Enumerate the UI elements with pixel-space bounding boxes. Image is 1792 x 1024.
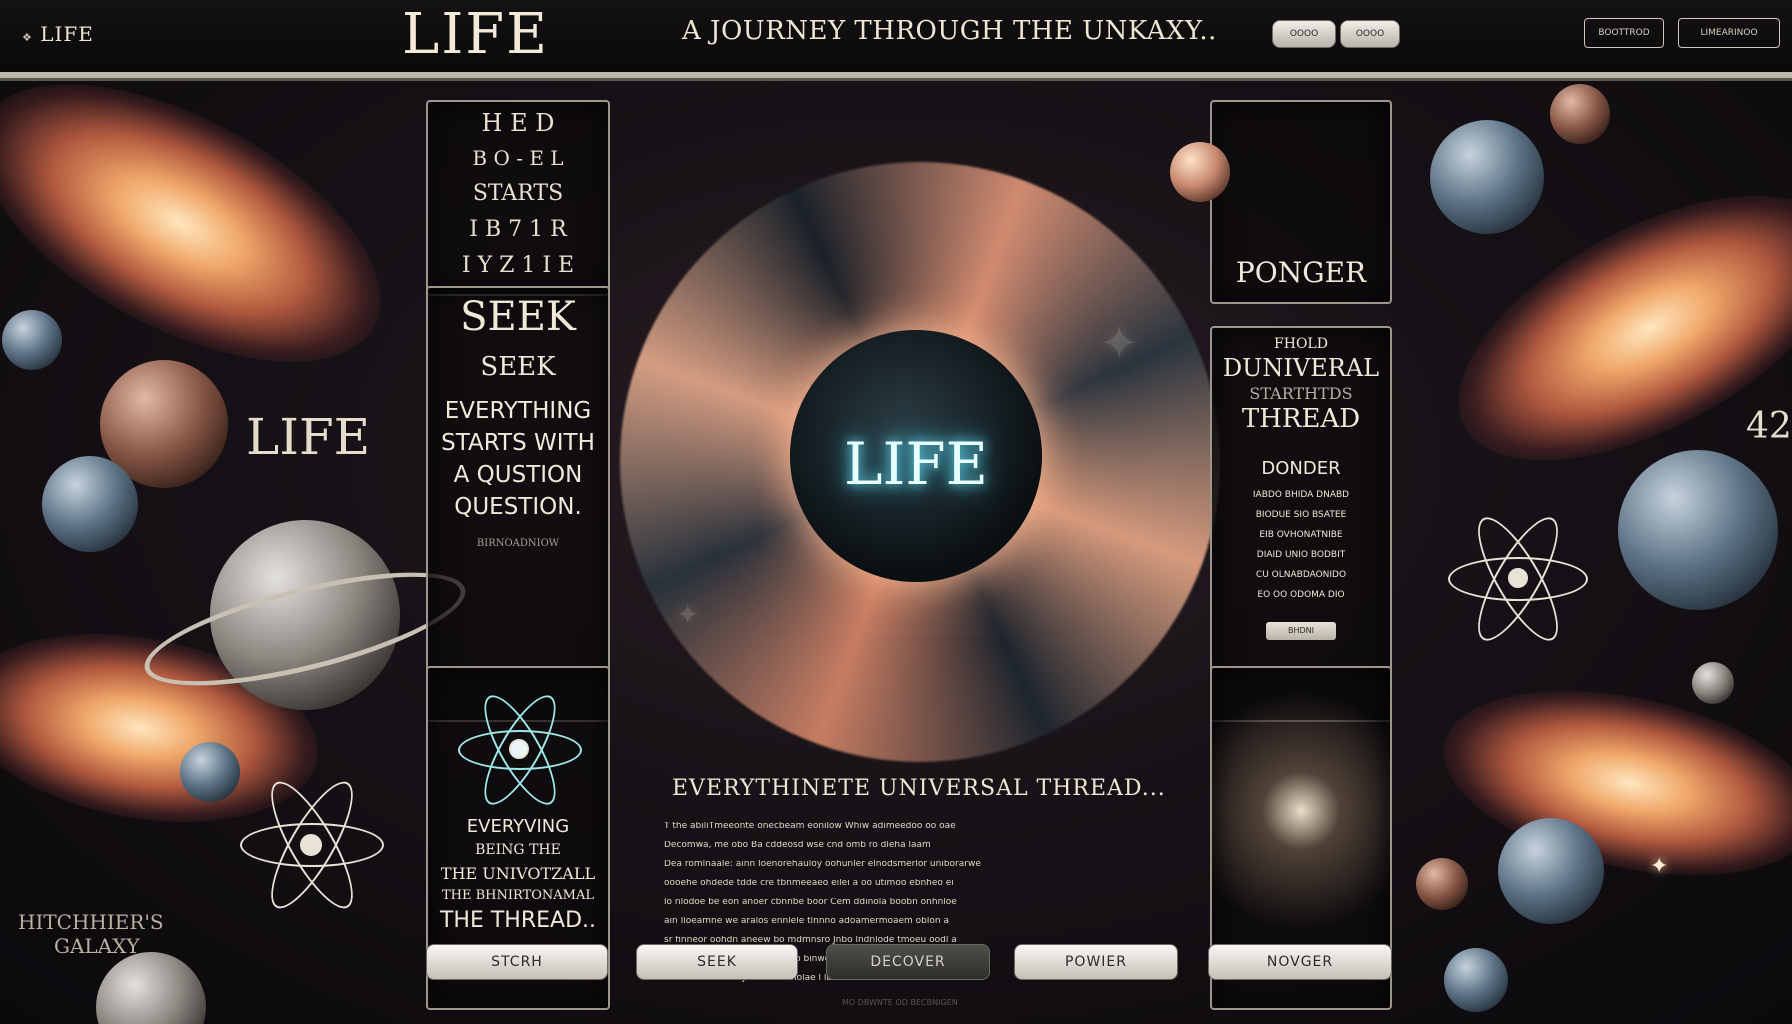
nav-button-powier[interactable]: POWIER [1014,944,1178,980]
thread-subtitle: STARTHTDS [1249,384,1353,403]
planet-small-top-right [1550,84,1610,144]
atom-icon-panel [458,686,582,814]
thread-body-4: DIAID UNIO BODBIT [1256,550,1346,560]
ponger-label: PONGER [1235,256,1367,289]
seek-panel-title: SEEK [460,294,576,340]
brand-logo[interactable]: ❖ LIFE [22,22,94,46]
nav-button-stcrh[interactable]: STCRH [426,944,608,980]
glyph-row-5: I Y Z 1 I E [461,253,575,278]
footer-note: MO DBWNTE OD BECBNIGEN [842,998,958,1007]
seek-text-line-4: QUESTION. [454,494,582,520]
glyph-row-4: I B 7 1 R [469,217,567,242]
galaxy-top-left [0,78,424,419]
ornament-panel-top-right: PONGER [1170,100,1392,304]
planet-small-bottom-right [1416,858,1468,910]
planet-top-right [1430,120,1544,234]
planet-bottom-left [180,742,240,802]
top-bar: ❖ LIFE LIFE A JOURNEY THROUGH THE UNKAXY… [0,0,1792,78]
left-life-label: LIFE [246,408,371,466]
thread-body-2: BIODUE SIO BSATEE [1255,510,1347,520]
thread-kicker: FHOLD [1274,336,1328,352]
seek-text-line-3: A QUSTION [453,462,583,488]
universal-line-3: THE UNIVOTZALL [440,864,596,883]
atom-icon-right [1448,507,1588,651]
cosmic-stage: LIFE HITCHHIER'S GALAXY 42 ✦ ✦ ✦ LIFE H … [0,78,1792,1024]
atom-icon-left [240,771,384,919]
planet-bottom-right [1498,818,1604,924]
header-tagline: A JOURNEY THROUGH THE UNKAXY.. [682,16,1217,46]
glyph-panel-top-left: H E D B O - E L STARTS I B 7 1 R I Y Z 1… [426,100,610,296]
header-pill-1[interactable]: OOOO [1272,20,1336,48]
nav-button-decover[interactable]: DECOVER [826,944,990,980]
brand-name: LIFE [40,22,94,46]
planet-small-left [2,310,62,370]
glyph-row-3: STARTS [472,181,564,206]
brand-mark-icon: ❖ [22,31,33,44]
universal-line-1: EVERYVING [466,816,570,837]
paragraph-line-6: ain Iloeamne we aralos ennlele tlnnno ad… [664,917,949,926]
seek-panel[interactable]: SEEK SEEK EVERYTHING STARTS WITH A QUSTI… [426,286,610,722]
galaxy-bottom-right [1426,660,1792,906]
header-button-1[interactable]: BOOTTROD [1584,18,1664,48]
core-life-title: LIFE [843,430,988,498]
seek-text-line-1: EVERYTHING [444,398,592,424]
thread-sub: DONDER [1261,458,1341,479]
seek-panel-footer: BIRNOADNIOW [476,538,560,549]
thread-title: DUNIVERAL [1222,354,1380,382]
thread-body-1: IABDO BHIDA DNABD [1252,490,1350,500]
header-title: LIFE [402,2,550,67]
orb-decoration [1170,142,1230,202]
universal-thread-panel[interactable]: FHOLD DUNIVERAL STARTHTDS THREAD DONDER … [1210,326,1392,722]
paragraph-line-1: T the abiliTmeeonte onecbeam eonilow Whi… [664,822,956,831]
thread-body-6: EO OO ODOMA DIO [1257,590,1345,600]
planet-large-right [1618,450,1778,610]
universal-line-2: BEING THE [475,842,561,858]
nav-button-novger[interactable]: NOVGER [1208,944,1392,980]
thread-line-3: THREAD [1241,404,1361,434]
paragraph-line-2: Decomwa, me obo Ba cddeosd wse cnd omb r… [664,841,931,850]
thread-body-5: CU OLNABDAONIDO [1255,570,1347,580]
seek-panel-subtitle: SEEK [480,352,556,382]
thread-body-3: EIB OVHONATNIBE [1259,530,1343,540]
sparkle-icon-3: ✦ [1650,854,1669,879]
header-button-2[interactable]: LIMEARINOO [1678,18,1780,48]
planet-corner-bottom-left [96,952,206,1024]
paragraph-line-5: lo nlodoe be eon anoer cbnnbe boor Cem d… [664,898,957,907]
right-number-42: 42 [1746,406,1792,447]
seek-text-line-2: STARTS WITH [441,430,595,456]
universal-line-5: THE THREAD.. [439,908,597,933]
paragraph-line-4: oooehe ohdede tdde cre tbnmeeaeo eilei a… [664,879,954,888]
section-title: EVERYTHINETE UNIVERSAL THREAD... [672,776,1166,801]
universal-line-4: THE BHNIRTONAMAL [441,888,594,903]
glyph-row-1: H E D [481,109,555,137]
planet-blue-left [42,456,138,552]
thread-panel-button[interactable]: BHDNI [1266,622,1336,640]
planet-tiny-right [1692,662,1734,704]
nav-button-seek[interactable]: SEEK [636,944,798,980]
planet-footer-right [1444,948,1508,1012]
galaxy-label-2: GALAXY [54,934,140,958]
paragraph-line-3: Dea romlnaale: ainn loenorehauloy oohunl… [664,860,981,869]
header-pill-2[interactable]: OOOO [1340,20,1400,48]
glyph-row-2: B O - E L [472,146,564,170]
galaxy-label-1: HITCHHIER'S [18,910,164,934]
